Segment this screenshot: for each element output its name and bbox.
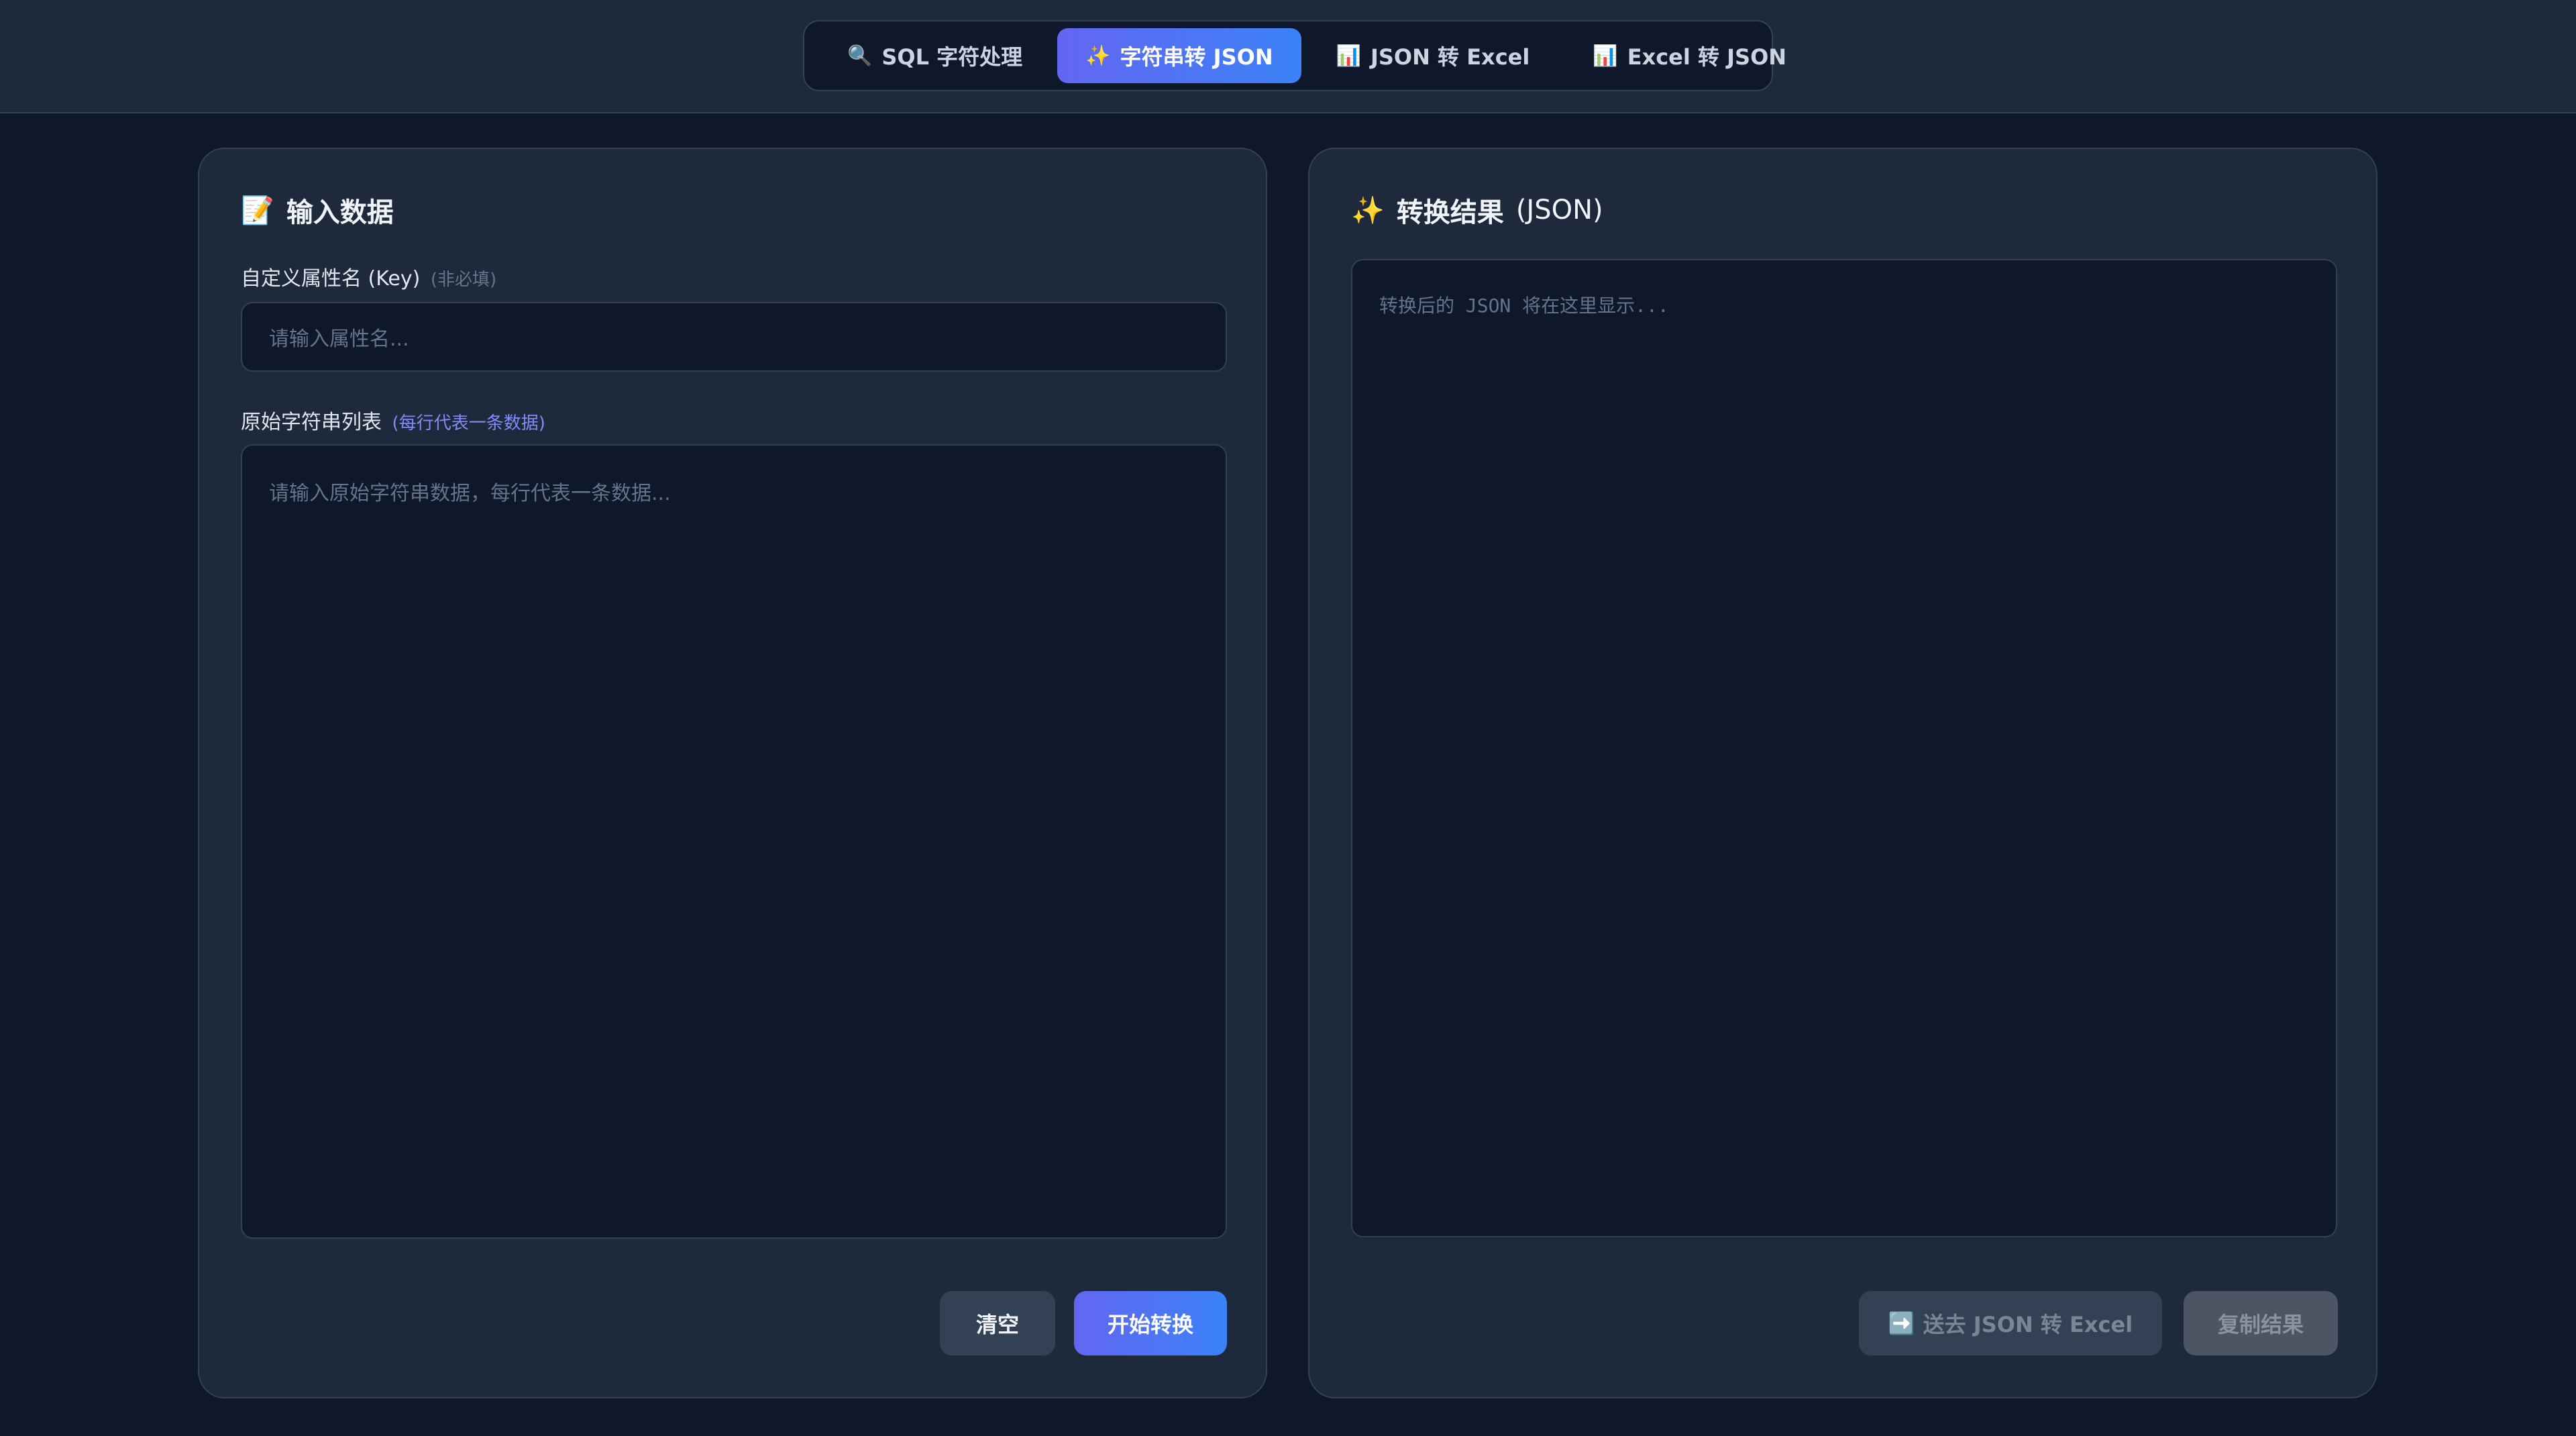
- key-optional-hint: (非必填): [430, 270, 497, 290]
- sparkles-icon: ✨: [1351, 195, 1385, 226]
- arrow-right-icon: ➡️: [1888, 1311, 1915, 1336]
- top-navigation-bar: 🔍 SQL 字符处理 ✨ 字符串转 JSON 📊 JSON 转 Excel 📊 …: [0, 0, 2576, 113]
- magnifier-icon: 🔍: [847, 44, 873, 68]
- send-button-label: 送去 JSON 转 Excel: [1923, 1312, 2133, 1337]
- input-panel-title: 📝 输入数据: [241, 191, 394, 229]
- tool-tabs: 🔍 SQL 字符处理 ✨ 字符串转 JSON 📊 JSON 转 Excel 📊 …: [803, 20, 1786, 91]
- output-panel-title: ✨ 转换结果 (JSON): [1351, 191, 1603, 229]
- bar-chart-icon: 📊: [1593, 44, 1618, 68]
- output-panel: ✨ 转换结果 (JSON) 转换后的 JSON 将在这里显示... ➡️ 送去 …: [1308, 148, 2377, 1398]
- key-label-text: 自定义属性名 (Key): [241, 267, 421, 291]
- key-name-input[interactable]: 请输入属性名...: [241, 302, 1227, 372]
- raw-string-textarea[interactable]: 请输入原始字符串数据，每行代表一条数据...: [241, 444, 1227, 1239]
- clear-button[interactable]: 清空: [940, 1291, 1055, 1355]
- copy-result-button[interactable]: 复制结果: [2184, 1291, 2338, 1355]
- key-field-label: 自定义属性名 (Key) (非必填): [241, 262, 496, 291]
- memo-icon: 📝: [241, 195, 274, 226]
- start-convert-button[interactable]: 开始转换: [1074, 1291, 1227, 1355]
- tab-sql-string-processing[interactable]: 🔍 SQL 字符处理: [819, 28, 1051, 83]
- tab-string-to-json[interactable]: ✨ 字符串转 JSON: [1057, 28, 1301, 83]
- string-list-label-text: 原始字符串列表: [241, 411, 382, 434]
- tab-label: JSON 转 Excel: [1370, 44, 1530, 70]
- output-panel-title-text: 转换结果: [1396, 197, 1504, 228]
- bar-chart-icon: 📊: [1336, 44, 1361, 68]
- json-result-output[interactable]: 转换后的 JSON 将在这里显示...: [1351, 259, 2337, 1237]
- string-list-hint: (每行代表一条数据): [392, 413, 545, 433]
- raw-string-placeholder: 请输入原始字符串数据，每行代表一条数据...: [269, 482, 671, 505]
- sparkles-icon: ✨: [1085, 44, 1111, 68]
- send-to-json-excel-button[interactable]: ➡️ 送去 JSON 转 Excel: [1859, 1291, 2162, 1355]
- string-list-label: 原始字符串列表 (每行代表一条数据): [241, 405, 545, 435]
- input-panel: 📝 输入数据 自定义属性名 (Key) (非必填) 请输入属性名... 原始字符…: [198, 148, 1267, 1398]
- tab-json-to-excel[interactable]: 📊 JSON 转 Excel: [1308, 28, 1558, 83]
- input-panel-title-text: 输入数据: [286, 197, 394, 228]
- output-panel-title-suffix: (JSON): [1515, 195, 1603, 225]
- tab-label: Excel 转 JSON: [1627, 44, 1787, 70]
- key-name-placeholder: 请输入属性名...: [269, 327, 409, 351]
- tab-label: SQL 字符处理: [881, 44, 1023, 70]
- tab-excel-to-json[interactable]: 📊 Excel 转 JSON: [1564, 28, 1815, 83]
- json-result-placeholder: 转换后的 JSON 将在这里显示...: [1379, 295, 1669, 317]
- tab-label: 字符串转 JSON: [1120, 44, 1273, 70]
